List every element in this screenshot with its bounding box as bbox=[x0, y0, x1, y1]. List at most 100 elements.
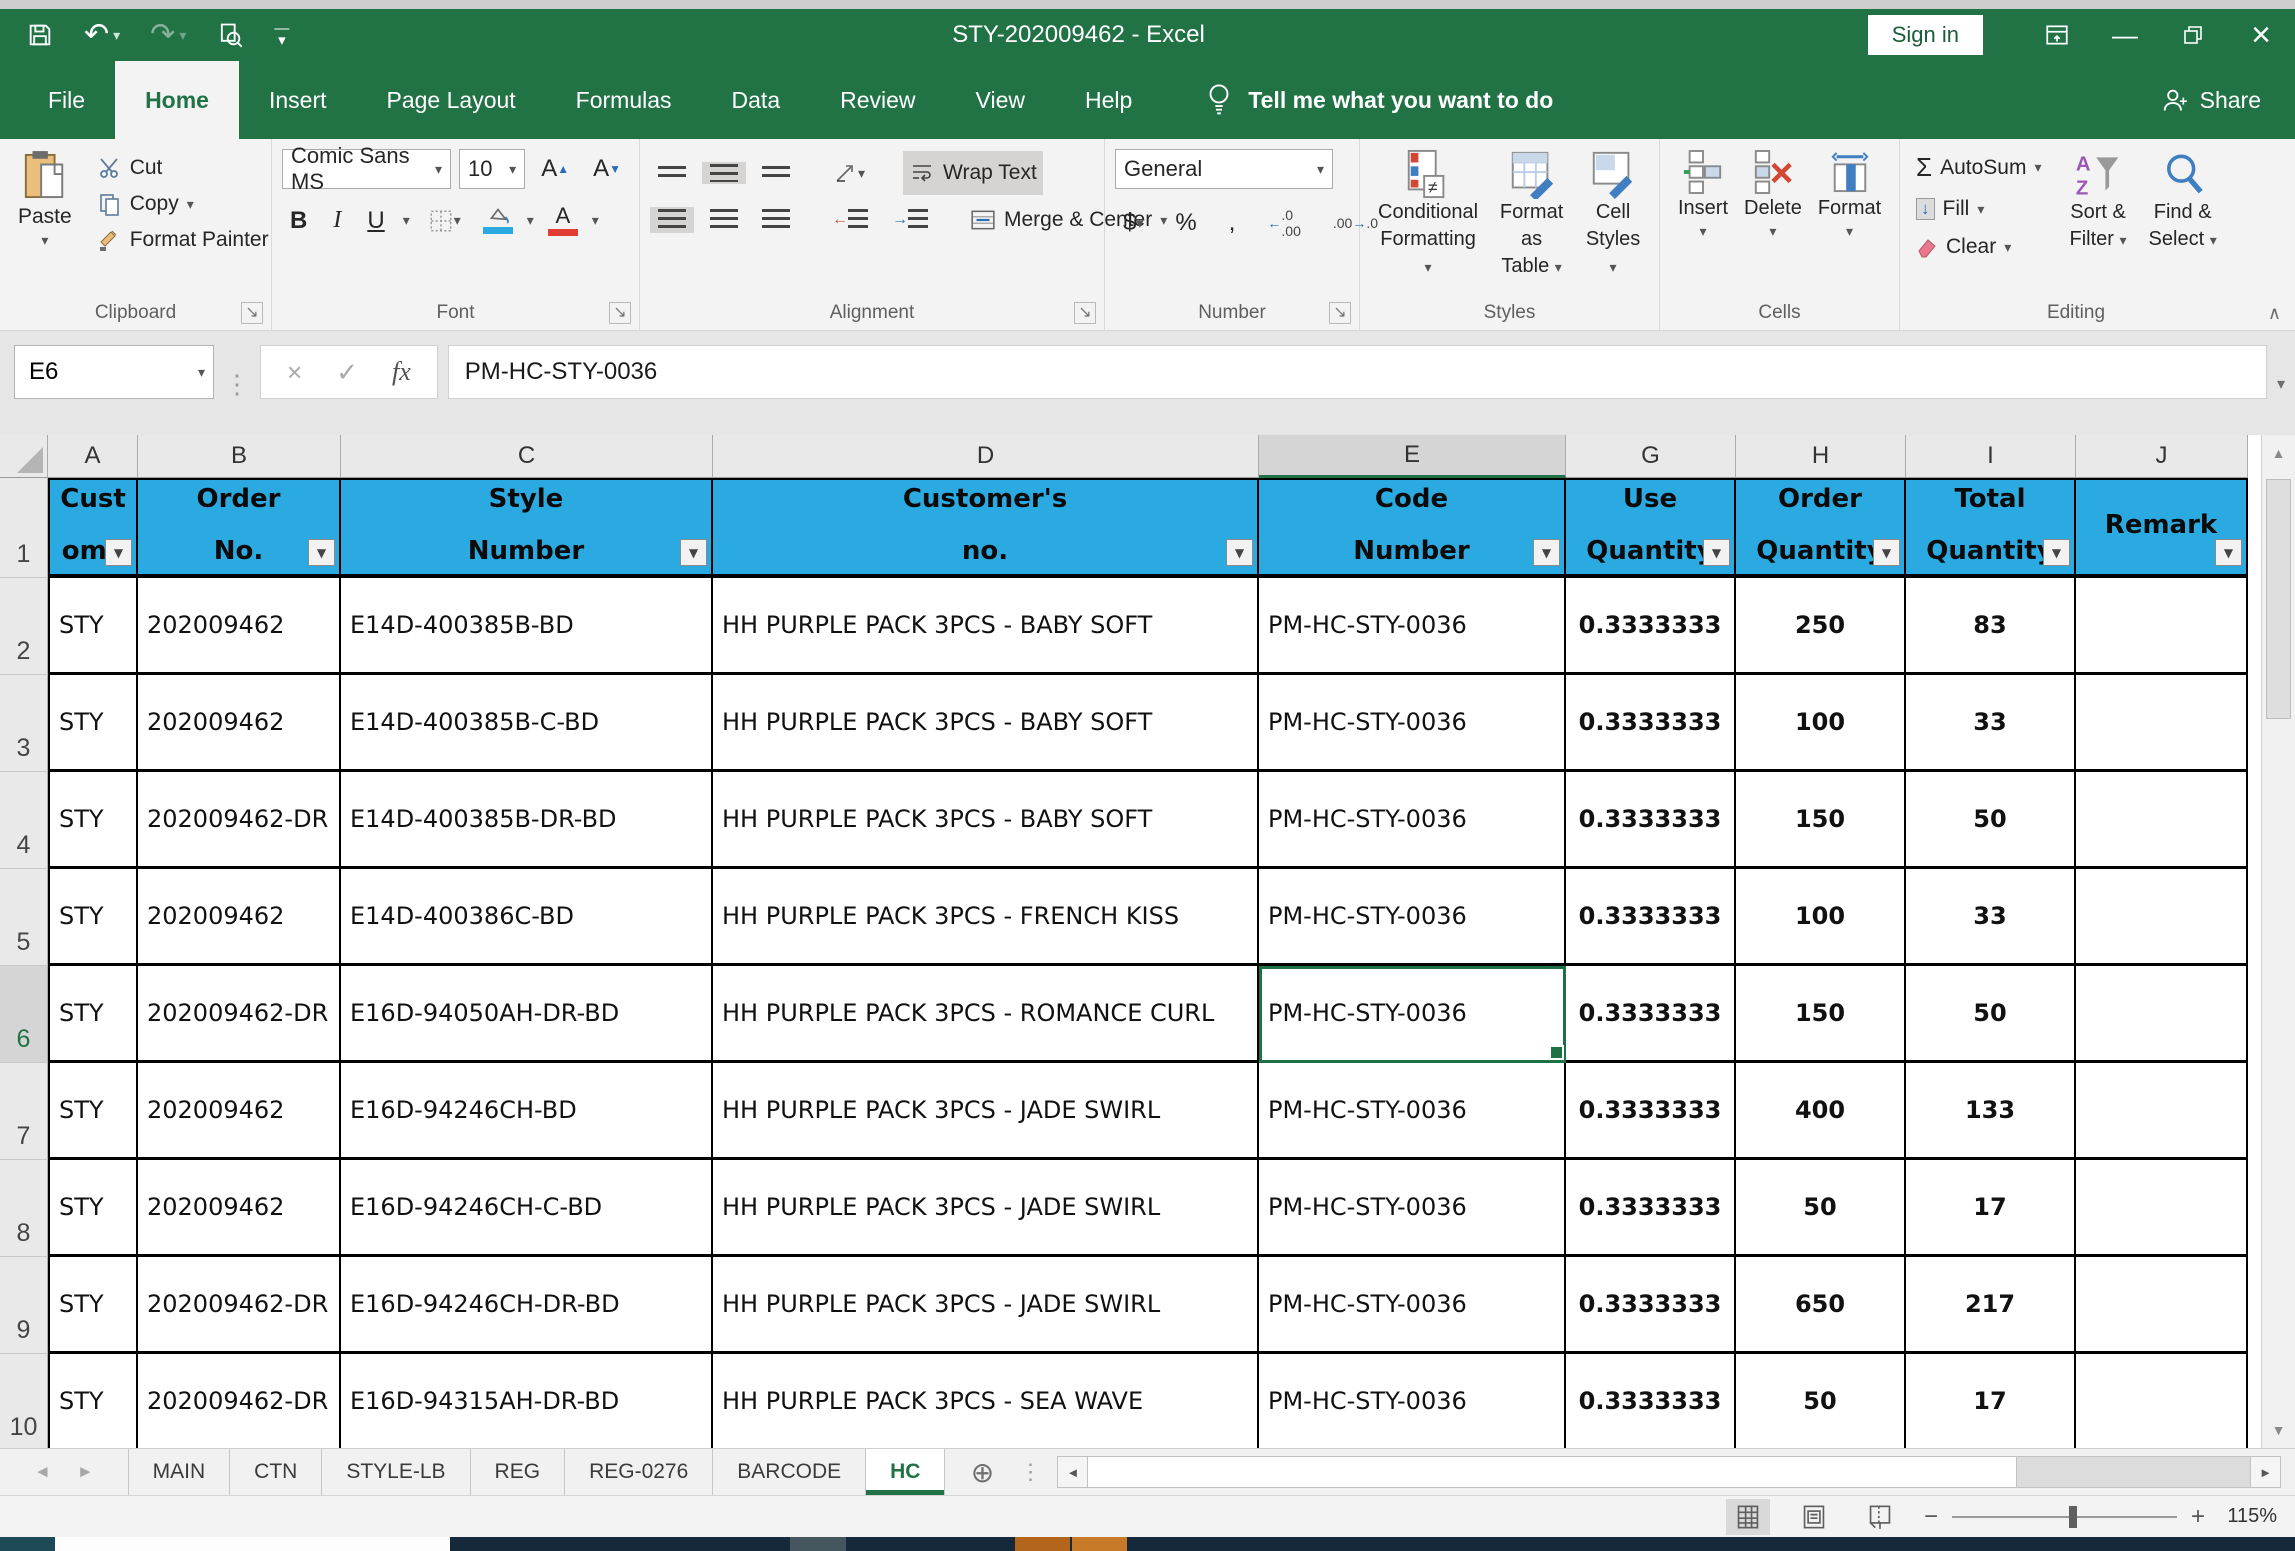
cell-J2[interactable] bbox=[2076, 578, 2248, 675]
number-format-combo[interactable]: General▾ bbox=[1115, 149, 1333, 189]
filter-button-H[interactable]: ▼ bbox=[1873, 539, 1900, 566]
customize-qat-button[interactable]: —▾ bbox=[274, 23, 289, 47]
cell-I3[interactable]: 33 bbox=[1906, 675, 2076, 772]
column-header-E[interactable]: E bbox=[1259, 435, 1566, 478]
vertical-scrollbar[interactable]: ▲ ▼ bbox=[2261, 435, 2295, 1448]
column-header-J[interactable]: J bbox=[2076, 435, 2248, 478]
cell-H8[interactable]: 50 bbox=[1736, 1160, 1906, 1257]
cell-G3[interactable]: 0.3333333 bbox=[1566, 675, 1736, 772]
cell-A8[interactable]: STY bbox=[48, 1160, 138, 1257]
cell-I6[interactable]: 50 bbox=[1906, 966, 2076, 1063]
cell-I8[interactable]: 17 bbox=[1906, 1160, 2076, 1257]
cell-D7[interactable]: HH PURPLE PACK 3PCS - JADE SWIRL bbox=[713, 1063, 1259, 1160]
cell-H3[interactable]: 100 bbox=[1736, 675, 1906, 772]
cell-D9[interactable]: HH PURPLE PACK 3PCS - JADE SWIRL bbox=[713, 1257, 1259, 1354]
cancel-entry-icon[interactable]: × bbox=[287, 357, 302, 388]
scroll-up-icon[interactable]: ▲ bbox=[2262, 435, 2295, 471]
header-cell-I1[interactable]: TotalQuantity▼ bbox=[1906, 478, 2076, 578]
conditional-formatting-button[interactable]: ≠ Conditional Formatting ▾ bbox=[1370, 149, 1486, 296]
cell-D6[interactable]: HH PURPLE PACK 3PCS - ROMANCE CURL bbox=[713, 966, 1259, 1063]
cell-H2[interactable]: 250 bbox=[1736, 578, 1906, 675]
tell-me-box[interactable]: Tell me what you want to do bbox=[1206, 61, 1553, 139]
sheet-tab-main[interactable]: MAIN bbox=[129, 1449, 231, 1495]
cell-G6[interactable]: 0.3333333 bbox=[1566, 966, 1736, 1063]
row-header-7[interactable]: 7 bbox=[0, 1063, 48, 1160]
header-cell-G1[interactable]: UseQuantity▼ bbox=[1566, 478, 1736, 578]
sign-in-button[interactable]: Sign in bbox=[1868, 15, 1983, 55]
scroll-down-icon[interactable]: ▼ bbox=[2262, 1412, 2295, 1448]
zoom-level[interactable]: 115% bbox=[2219, 1505, 2277, 1528]
font-color-button[interactable]: A bbox=[544, 203, 582, 238]
cell-J9[interactable] bbox=[2076, 1257, 2248, 1354]
cell-J10[interactable] bbox=[2076, 1354, 2248, 1448]
cell-A9[interactable]: STY bbox=[48, 1257, 138, 1354]
format-as-table-button[interactable]: Format as Table ▾ bbox=[1486, 149, 1577, 296]
sheet-tab-barcode[interactable]: BARCODE bbox=[713, 1449, 866, 1495]
percent-format-button[interactable]: % bbox=[1167, 207, 1204, 239]
cell-D10[interactable]: HH PURPLE PACK 3PCS - SEA WAVE bbox=[713, 1354, 1259, 1448]
cell-J3[interactable] bbox=[2076, 675, 2248, 772]
ribbon-display-options-icon[interactable] bbox=[2023, 9, 2091, 61]
collapse-ribbon-button[interactable]: ∧ bbox=[2268, 303, 2281, 324]
filter-button-B[interactable]: ▼ bbox=[308, 539, 335, 566]
clear-button[interactable]: Clear▾ bbox=[1910, 232, 2048, 262]
cell-A2[interactable]: STY bbox=[48, 578, 138, 675]
clipboard-dialog-launcher-icon[interactable]: ↘ bbox=[241, 302, 263, 324]
name-box[interactable]: E6 ▾ bbox=[14, 345, 214, 399]
page-break-preview-button[interactable] bbox=[1858, 1499, 1902, 1535]
cell-I2[interactable]: 83 bbox=[1906, 578, 2076, 675]
wrap-text-button[interactable]: Wrap Text bbox=[903, 151, 1043, 195]
bottom-align-button[interactable] bbox=[754, 164, 798, 182]
orientation-button[interactable]: ▾ bbox=[824, 159, 873, 187]
column-header-C[interactable]: C bbox=[341, 435, 713, 478]
cell-E9[interactable]: PM-HC-STY-0036 bbox=[1259, 1257, 1566, 1354]
row-header-1[interactable]: 1 bbox=[0, 478, 48, 578]
sheet-tab-reg[interactable]: REG bbox=[471, 1449, 566, 1495]
align-right-button[interactable] bbox=[754, 207, 798, 233]
zoom-slider-thumb[interactable] bbox=[2069, 1506, 2077, 1528]
format-cells-button[interactable]: Format▾ bbox=[1810, 149, 1889, 296]
column-header-A[interactable]: A bbox=[48, 435, 138, 478]
scroll-right-icon[interactable]: ► bbox=[2250, 1457, 2280, 1487]
cell-G4[interactable]: 0.3333333 bbox=[1566, 772, 1736, 869]
header-cell-B1[interactable]: OrderNo.▼ bbox=[138, 478, 341, 578]
cell-E10[interactable]: PM-HC-STY-0036 bbox=[1259, 1354, 1566, 1448]
normal-view-button[interactable] bbox=[1726, 1499, 1770, 1535]
cell-B4[interactable]: 202009462-DR bbox=[138, 772, 341, 869]
cell-A3[interactable]: STY bbox=[48, 675, 138, 772]
increase-font-size-button[interactable]: A▲ bbox=[533, 153, 577, 185]
cell-B10[interactable]: 202009462-DR bbox=[138, 1354, 341, 1448]
cell-A10[interactable]: STY bbox=[48, 1354, 138, 1448]
copy-button[interactable]: Copy ▾ bbox=[92, 189, 275, 219]
scroll-left-icon[interactable]: ◄ bbox=[1058, 1457, 1088, 1487]
cell-H4[interactable]: 150 bbox=[1736, 772, 1906, 869]
vertical-scroll-thumb[interactable] bbox=[2266, 479, 2291, 719]
prev-sheet-icon[interactable]: ◄ bbox=[34, 1462, 51, 1482]
delete-cells-button[interactable]: Delete▾ bbox=[1736, 149, 1810, 296]
cell-D2[interactable]: HH PURPLE PACK 3PCS - BABY SOFT bbox=[713, 578, 1259, 675]
fill-button[interactable]: ↓Fill▾ bbox=[1910, 194, 2048, 224]
cell-C3[interactable]: E14D-400385B-C-BD bbox=[341, 675, 713, 772]
cell-D4[interactable]: HH PURPLE PACK 3PCS - BABY SOFT bbox=[713, 772, 1259, 869]
middle-align-button[interactable] bbox=[702, 162, 746, 184]
increase-indent-button[interactable]: → bbox=[884, 207, 936, 233]
cell-G9[interactable]: 0.3333333 bbox=[1566, 1257, 1736, 1354]
decrease-indent-button[interactable]: ← bbox=[824, 207, 876, 233]
cell-H5[interactable]: 100 bbox=[1736, 869, 1906, 966]
filter-button-G[interactable]: ▼ bbox=[1703, 539, 1730, 566]
cell-H6[interactable]: 150 bbox=[1736, 966, 1906, 1063]
find-select-button[interactable]: Find & Select ▾ bbox=[2141, 149, 2225, 253]
redo-button[interactable]: ↷▾ bbox=[150, 20, 186, 50]
horizontal-scroll-thumb[interactable] bbox=[1088, 1457, 2016, 1487]
tab-view[interactable]: View bbox=[946, 61, 1055, 139]
cell-C6[interactable]: E16D-94050AH-DR-BD bbox=[341, 966, 713, 1063]
cell-B5[interactable]: 202009462 bbox=[138, 869, 341, 966]
tab-formulas[interactable]: Formulas bbox=[546, 61, 702, 139]
font-size-combo[interactable]: 10▾ bbox=[459, 149, 525, 189]
fill-color-button[interactable] bbox=[479, 205, 517, 236]
cell-B7[interactable]: 202009462 bbox=[138, 1063, 341, 1160]
row-header-10[interactable]: 10 bbox=[0, 1354, 48, 1448]
cell-A4[interactable]: STY bbox=[48, 772, 138, 869]
tab-insert[interactable]: Insert bbox=[239, 61, 357, 139]
zoom-in-button[interactable]: + bbox=[2191, 1503, 2205, 1531]
